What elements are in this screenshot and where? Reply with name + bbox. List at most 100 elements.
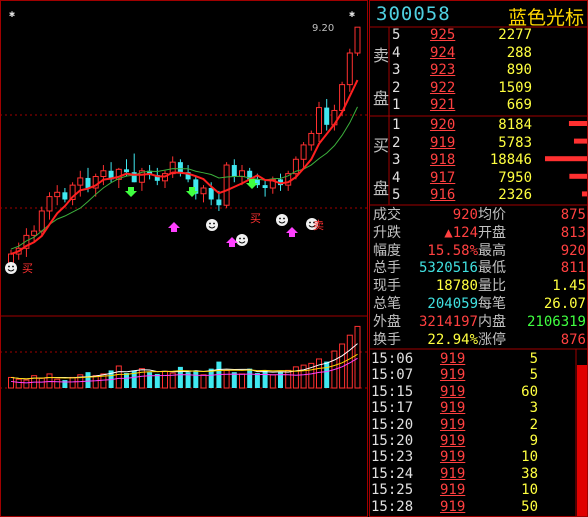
bid-price: 920 <box>430 117 456 133</box>
stat-value: 876 <box>560 331 586 348</box>
signal-markers: 买买卖 <box>5 179 324 275</box>
tick-time: 15:17 <box>371 400 414 417</box>
buy-level-2[interactable]: 2 <box>392 134 400 152</box>
tick-volume: 10 <box>521 449 538 466</box>
stat-label: 每笔 <box>478 296 506 312</box>
tick-price: 919 <box>440 400 466 417</box>
tick-time: 15:28 <box>371 498 414 515</box>
stat-label: 成交 <box>373 207 401 223</box>
ma10-line <box>10 106 358 250</box>
stat-value: 204059 <box>427 296 478 312</box>
stat-label: 总手 <box>373 260 401 277</box>
stat-label: 开盘 <box>478 224 506 241</box>
stat-value: 3214197 <box>418 313 478 330</box>
candles <box>8 26 361 272</box>
ask-volume: 669 <box>506 97 532 114</box>
tick-volume: 5 <box>529 367 538 384</box>
buy-level-1[interactable]: 1 <box>392 116 400 134</box>
bid-price: 918 <box>430 152 456 169</box>
tick-volume: 9 <box>529 433 538 449</box>
bid-price: 917 <box>430 169 456 186</box>
stat-label: 最高 <box>478 242 506 259</box>
svg-text:买: 买 <box>22 262 33 275</box>
tick-time: 15:24 <box>371 465 414 482</box>
tick-price: 919 <box>440 383 466 400</box>
stat-label: 总笔 <box>373 296 401 312</box>
tick-time: 15:20 <box>371 433 414 449</box>
stat-label: 内盘 <box>478 313 506 330</box>
tick-volume: 5 <box>529 351 538 367</box>
sell-level-3[interactable]: 3 <box>392 61 400 79</box>
tick-volume: 50 <box>521 498 538 515</box>
ask-volume: 890 <box>506 62 532 79</box>
high-price-label: 9.20 <box>312 23 334 34</box>
chart-frame <box>0 0 368 517</box>
stat-value: 920 <box>452 207 478 223</box>
tick-price: 919 <box>440 433 466 449</box>
svg-text:卖: 卖 <box>313 219 324 232</box>
bid-volume: 5783 <box>498 134 532 151</box>
ask-price: 922 <box>430 79 456 96</box>
stat-value: 920 <box>560 242 586 259</box>
bid-volume: 18846 <box>489 152 532 169</box>
tick-price: 919 <box>440 498 466 515</box>
tick-price: 919 <box>440 416 466 433</box>
sell-level-1[interactable]: 1 <box>392 96 400 114</box>
tick-time: 15:07 <box>371 367 414 384</box>
tick-volume: 10 <box>521 482 538 499</box>
volume-bars <box>8 325 361 389</box>
stat-value: 1.45 <box>552 278 586 295</box>
corner-star-icon: ✱ <box>349 9 355 20</box>
ask-price: 921 <box>430 97 456 114</box>
bid-volume: 7950 <box>498 169 532 186</box>
ask-volume: 1509 <box>498 79 532 96</box>
bid-price: 919 <box>430 134 456 151</box>
stat-value: 5320516 <box>418 260 478 277</box>
stat-value: 875 <box>560 207 586 223</box>
stat-value: 2106319 <box>526 313 586 330</box>
tick-price: 919 <box>440 482 466 499</box>
stat-value: ▲124 <box>444 224 478 241</box>
stat-label: 量比 <box>478 278 506 295</box>
ma5-line <box>10 79 359 255</box>
bid-volume: 2326 <box>498 187 532 204</box>
buy-side-label: 买盘 <box>373 136 390 198</box>
buy-level-5[interactable]: 5 <box>392 186 400 204</box>
candlestick-chart[interactable]: 9.20 ✱ ✱ 买买卖 <box>0 0 369 517</box>
stat-value: 813 <box>560 224 586 241</box>
ask-price: 925 <box>430 27 456 43</box>
buy-level-4[interactable]: 4 <box>392 169 400 187</box>
tick-price: 919 <box>440 449 466 466</box>
tick-volume: 60 <box>521 383 538 400</box>
tick-price: 919 <box>440 465 466 482</box>
stat-value: 18780 <box>435 278 478 295</box>
sell-level-2[interactable]: 2 <box>392 79 400 97</box>
tick-time: 15:20 <box>371 416 414 433</box>
stat-value: 22.94% <box>427 331 478 348</box>
svg-text:买: 买 <box>250 212 261 225</box>
stat-label: 换手 <box>373 331 401 348</box>
corner-star-icon: ✱ <box>9 9 15 20</box>
tick-time: 15:23 <box>371 449 414 466</box>
tick-time: 15:06 <box>371 351 414 367</box>
sell-level-4[interactable]: 4 <box>392 44 400 62</box>
stat-label: 幅度 <box>373 242 401 259</box>
stat-value: 811 <box>560 260 586 277</box>
stat-value: 15.58% <box>427 242 478 259</box>
tick-time: 15:15 <box>371 383 414 400</box>
ask-volume: 2277 <box>498 27 532 43</box>
ask-price: 923 <box>430 62 456 79</box>
sell-side-label: 卖盘 <box>373 46 390 108</box>
buy-level-3[interactable]: 3 <box>392 151 400 169</box>
stat-label: 升跌 <box>373 224 401 241</box>
tick-time: 15:25 <box>371 482 414 499</box>
tick-volume: 2 <box>529 416 538 433</box>
bid-price: 916 <box>430 187 456 204</box>
stat-label: 最低 <box>478 260 506 277</box>
stat-label: 现手 <box>373 278 401 295</box>
sell-level-5[interactable]: 5 <box>392 26 400 44</box>
bid-volume: 8184 <box>498 117 532 133</box>
stat-label: 涨停 <box>478 331 506 348</box>
ask-price: 924 <box>430 44 456 61</box>
tick-price: 919 <box>440 367 466 384</box>
